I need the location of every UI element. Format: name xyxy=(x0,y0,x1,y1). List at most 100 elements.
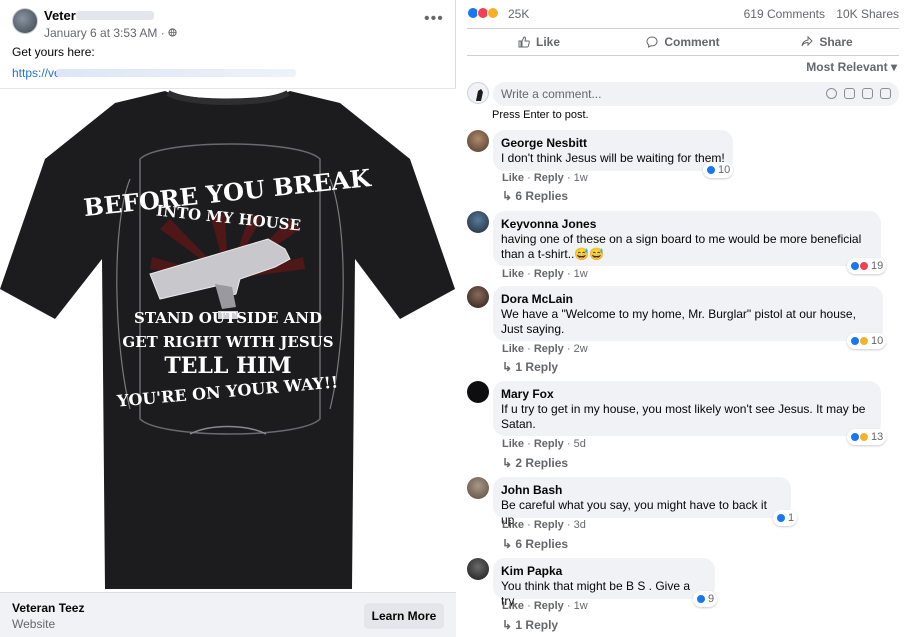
comment-time[interactable]: 1w xyxy=(574,600,588,612)
comment-reaction-count: 9 xyxy=(708,593,715,605)
post-link[interactable]: https://ve xyxy=(12,66,61,80)
comment-reply-button[interactable]: Reply xyxy=(534,343,564,355)
thumbs-up-icon xyxy=(518,36,530,48)
comment-label: Comment xyxy=(664,35,720,49)
reply-arrow-icon: ↳ xyxy=(502,618,516,632)
view-replies-link[interactable]: ↳ 1 Reply xyxy=(502,360,558,374)
commenter-name[interactable]: Mary Fox xyxy=(501,387,873,402)
comment-bubble: Dora McLain We have a "Welcome to my hom… xyxy=(493,286,883,341)
post-meta: January 6 at 3:53 AM · xyxy=(44,26,177,40)
comment-like-button[interactable]: Like xyxy=(502,519,524,531)
dot-separator: · xyxy=(566,172,571,184)
comment-like-button[interactable]: Like xyxy=(502,172,524,184)
comment-like-button[interactable]: Like xyxy=(502,268,524,280)
haha-reaction-icon xyxy=(859,432,869,442)
comment-reactions[interactable]: 19 xyxy=(847,258,887,274)
comment-reply-button[interactable]: Reply xyxy=(534,519,564,531)
commenter-avatar[interactable] xyxy=(467,381,489,403)
view-replies-link[interactable]: ↳ 1 Reply xyxy=(502,618,558,632)
sticker-icon[interactable] xyxy=(880,88,891,99)
commenter-avatar[interactable] xyxy=(467,286,489,308)
comment-reactions[interactable]: 13 xyxy=(847,429,887,445)
comments-count[interactable]: 619 Comments xyxy=(744,7,825,21)
comment-reaction-count: 19 xyxy=(871,260,884,272)
comment-reply-button[interactable]: Reply xyxy=(534,268,564,280)
reaction-icons[interactable] xyxy=(467,7,499,19)
comment-actions: Like · Reply · 2w xyxy=(502,343,588,355)
commenter-avatar[interactable] xyxy=(467,477,489,499)
comment-like-button[interactable]: Like xyxy=(502,438,524,450)
shirt-text-line5: TELL HIM xyxy=(164,353,291,379)
sort-label: Most Relevant xyxy=(806,60,888,74)
dot-separator: · xyxy=(566,438,571,450)
commenter-name[interactable]: Kim Papka xyxy=(501,564,707,579)
love-reaction-icon xyxy=(859,261,869,271)
comment-bubble: George Nesbitt I don't think Jesus will … xyxy=(493,130,733,171)
comment-reactions[interactable]: 1 xyxy=(773,510,798,526)
sort-dropdown[interactable]: Most Relevant ▾ xyxy=(806,60,897,74)
view-replies-link[interactable]: ↳ 6 Replies xyxy=(502,189,568,203)
reaction-count[interactable]: 25K xyxy=(508,7,529,21)
comment-time[interactable]: 1w xyxy=(574,172,588,184)
post-image[interactable]: BEFORE YOU BREAK INTO MY HOUSE STAND OUT… xyxy=(0,88,456,592)
like-button[interactable]: Like xyxy=(467,29,611,55)
post-author[interactable]: Veter xyxy=(44,8,76,23)
dot-separator: · xyxy=(527,438,531,450)
commenter-name[interactable]: Dora McLain xyxy=(501,292,875,307)
comment-like-button[interactable]: Like xyxy=(502,343,524,355)
comment-time[interactable]: 2w xyxy=(574,343,588,355)
comment-reply-button[interactable]: Reply xyxy=(534,438,564,450)
tshirt-collar xyxy=(166,90,290,105)
comment-composer: Write a comment... xyxy=(467,82,899,106)
learn-more-button[interactable]: Learn More xyxy=(364,603,444,629)
post-date[interactable]: January 6 at 3:53 AM xyxy=(44,26,157,40)
comment-button[interactable]: Comment xyxy=(611,29,755,55)
comment-reply-button[interactable]: Reply xyxy=(534,600,564,612)
dot-separator: · xyxy=(566,519,571,531)
post-action-bar: Like Comment Share xyxy=(467,28,899,56)
view-replies-link[interactable]: ↳ 2 Replies xyxy=(502,456,568,470)
comment-reactions[interactable]: 10 xyxy=(847,333,887,349)
comment-text: We have a "Welcome to my home, Mr. Burgl… xyxy=(501,307,856,336)
haha-reaction-icon xyxy=(859,336,869,346)
share-button[interactable]: Share xyxy=(755,29,899,55)
commenter-name[interactable]: George Nesbitt xyxy=(501,136,725,151)
commenter-avatar[interactable] xyxy=(467,558,489,580)
shares-count[interactable]: 10K Shares xyxy=(836,7,899,21)
comment-text: I don't think Jesus will be waiting for … xyxy=(501,151,725,165)
page-avatar[interactable] xyxy=(12,8,38,34)
replies-count: 2 Replies xyxy=(515,456,569,470)
comment-text: having one of these on a sign board to m… xyxy=(501,232,862,261)
commenter-name[interactable]: Keyvonna Jones xyxy=(501,217,873,232)
comment-time[interactable]: 5d xyxy=(574,438,586,450)
reply-arrow-icon: ↳ xyxy=(502,456,516,470)
comment-time[interactable]: 3d xyxy=(574,519,586,531)
facebook-post-viewer: Veter January 6 at 3:53 AM · ••• Get you… xyxy=(0,0,909,637)
comment-bubble: John Bash Be careful what you say, you m… xyxy=(493,477,791,527)
current-user-avatar[interactable] xyxy=(467,82,489,104)
redacted-author-name xyxy=(76,11,154,20)
reply-arrow-icon: ↳ xyxy=(502,537,516,551)
commenter-name[interactable]: John Bash xyxy=(501,483,783,498)
link-preview-bar[interactable]: Veteran Teez Website Learn More xyxy=(0,592,456,637)
post-panel: Veter January 6 at 3:53 AM · ••• Get you… xyxy=(0,0,456,637)
more-options-icon[interactable]: ••• xyxy=(424,10,444,28)
commenter-avatar[interactable] xyxy=(467,130,489,152)
comment-reply-button[interactable]: Reply xyxy=(534,172,564,184)
view-replies-link[interactable]: ↳ 6 Replies xyxy=(502,537,568,551)
dot-separator: · xyxy=(527,600,531,612)
shirt-text-line3: STAND OUTSIDE AND xyxy=(134,309,322,327)
post-text: Get yours here: xyxy=(12,45,95,59)
camera-icon[interactable] xyxy=(844,88,855,99)
comment-reactions[interactable]: 9 xyxy=(693,591,718,607)
emoji-icon[interactable] xyxy=(826,88,837,99)
comment-input[interactable]: Write a comment... xyxy=(493,82,899,106)
dot-separator: · xyxy=(527,343,531,355)
comment-actions: Like · Reply · 5d xyxy=(502,438,586,450)
comment-like-button[interactable]: Like xyxy=(502,600,524,612)
gif-icon[interactable] xyxy=(862,88,873,99)
commenter-avatar[interactable] xyxy=(467,211,489,233)
link-preview-subtitle: Website xyxy=(12,617,56,631)
comment-time[interactable]: 1w xyxy=(574,268,588,280)
comment-reactions[interactable]: 10 xyxy=(703,162,734,178)
